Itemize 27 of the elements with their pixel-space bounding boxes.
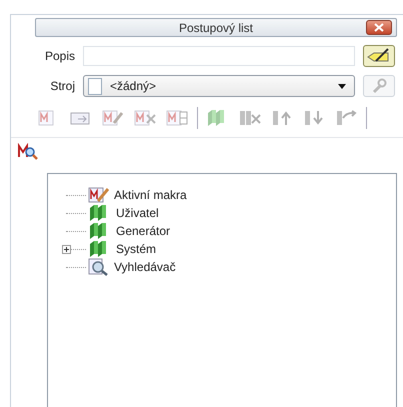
expander-button[interactable] (62, 245, 71, 254)
close-icon (374, 23, 384, 32)
document-icon (88, 78, 102, 94)
books-up-icon (271, 110, 293, 126)
tree-item[interactable]: Aktivní makra (114, 188, 187, 202)
field-label: Popis (44, 49, 75, 63)
tree-item[interactable]: Uživatel (116, 206, 159, 220)
description-field[interactable] (83, 46, 355, 66)
books-export-icon (335, 110, 357, 126)
machine-dropdown[interactable]: <žádný> (83, 75, 355, 97)
edit-button[interactable] (363, 45, 395, 67)
field-label: Stroj (49, 79, 75, 93)
macro-window-icon (166, 109, 188, 127)
macro-edit-icon (102, 109, 124, 127)
tree-item[interactable]: Generátor (116, 224, 170, 238)
caret-icon (338, 84, 346, 88)
books-down-icon (303, 110, 325, 126)
macro-delete-icon (134, 109, 156, 127)
settings-button[interactable] (363, 75, 395, 97)
close-button[interactable] (366, 20, 392, 35)
window-title: Postupový list (178, 20, 254, 34)
tree-item[interactable]: Systém (116, 242, 156, 256)
books-delete-icon (238, 110, 262, 126)
macro-edit-icon (88, 186, 110, 204)
tree-item[interactable]: Vyhledávač (114, 260, 176, 274)
magnifier-icon (88, 258, 110, 276)
search-icon (18, 143, 38, 161)
